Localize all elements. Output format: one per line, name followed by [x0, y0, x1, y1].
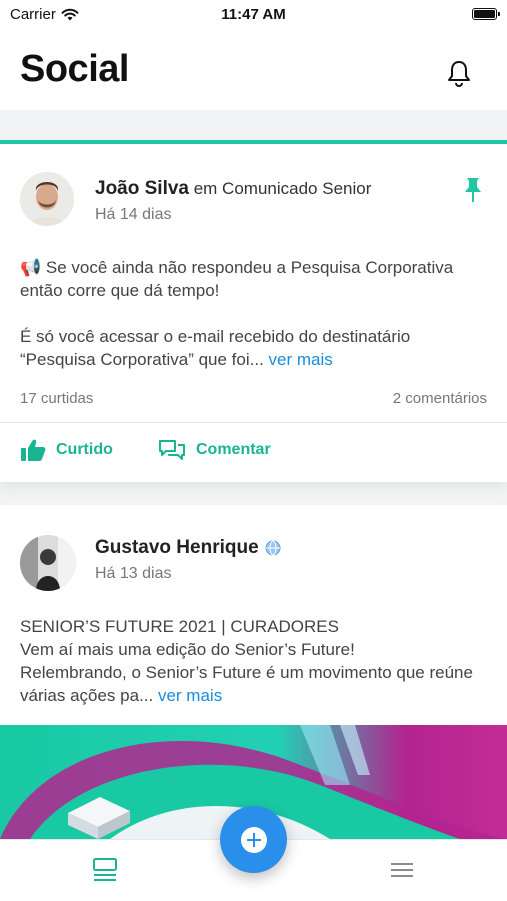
comments-count[interactable]: 2 comentários	[393, 390, 487, 407]
post-card: Gustavo Henrique Há 13 dias SENIOR’S FUT…	[0, 505, 507, 839]
comment-button[interactable]: Comentar	[158, 438, 271, 462]
add-post-button[interactable]	[220, 806, 287, 873]
add-icon	[240, 826, 267, 853]
post-date: Há 13 dias	[95, 565, 172, 582]
status-bar: Carrier 11:47 AM	[0, 0, 507, 30]
post-date: Há 14 dias	[95, 206, 172, 223]
like-label: Curtido	[56, 441, 113, 458]
menu-icon[interactable]	[390, 861, 414, 879]
post-text: SENIOR’S FUTURE 2021 | CURADORES Vem aí …	[20, 615, 490, 707]
pin-icon[interactable]	[462, 176, 484, 204]
avatar[interactable]	[20, 535, 76, 591]
page-title: Social	[20, 48, 129, 90]
author-line: Gustavo Henrique	[95, 537, 281, 559]
status-time: 11:47 AM	[221, 6, 286, 23]
post-paragraph: Relembrando, o Senior’s Future é um movi…	[20, 663, 473, 705]
feed-icon[interactable]	[92, 857, 118, 883]
post-paragraph: 📢 Se você ainda não respondeu a Pesquisa…	[20, 258, 454, 300]
like-button[interactable]: Curtido	[20, 438, 113, 462]
author-name[interactable]: João Silva	[95, 178, 189, 199]
comment-icon	[159, 440, 185, 460]
comment-label: Comentar	[196, 441, 271, 458]
post-text: 📢 Se você ainda não respondeu a Pesquisa…	[20, 256, 490, 371]
author-line: João Silva em Comunicado Senior	[95, 178, 371, 200]
nav-header: Social	[0, 30, 507, 110]
bell-icon[interactable]	[445, 58, 473, 88]
post-paragraph: SENIOR’S FUTURE 2021 | CURADORES	[20, 617, 339, 636]
likes-count[interactable]: 17 curtidas	[20, 390, 93, 407]
post-context[interactable]: em Comunicado Senior	[189, 179, 372, 198]
post-paragraph: Vem aí mais uma edição do Senior’s Futur…	[20, 640, 355, 659]
see-more-link[interactable]: ver mais	[158, 686, 222, 705]
thumbs-up-icon	[21, 439, 46, 461]
post-card: João Silva em Comunicado Senior Há 14 di…	[0, 140, 507, 482]
see-more-link[interactable]: ver mais	[269, 350, 333, 369]
post-paragraph: É só você acessar o e-mail recebido do d…	[20, 327, 411, 369]
avatar[interactable]	[20, 172, 74, 226]
author-name[interactable]: Gustavo Henrique	[95, 537, 259, 558]
battery-icon	[472, 8, 500, 20]
globe-icon	[265, 540, 281, 556]
divider	[0, 422, 507, 423]
